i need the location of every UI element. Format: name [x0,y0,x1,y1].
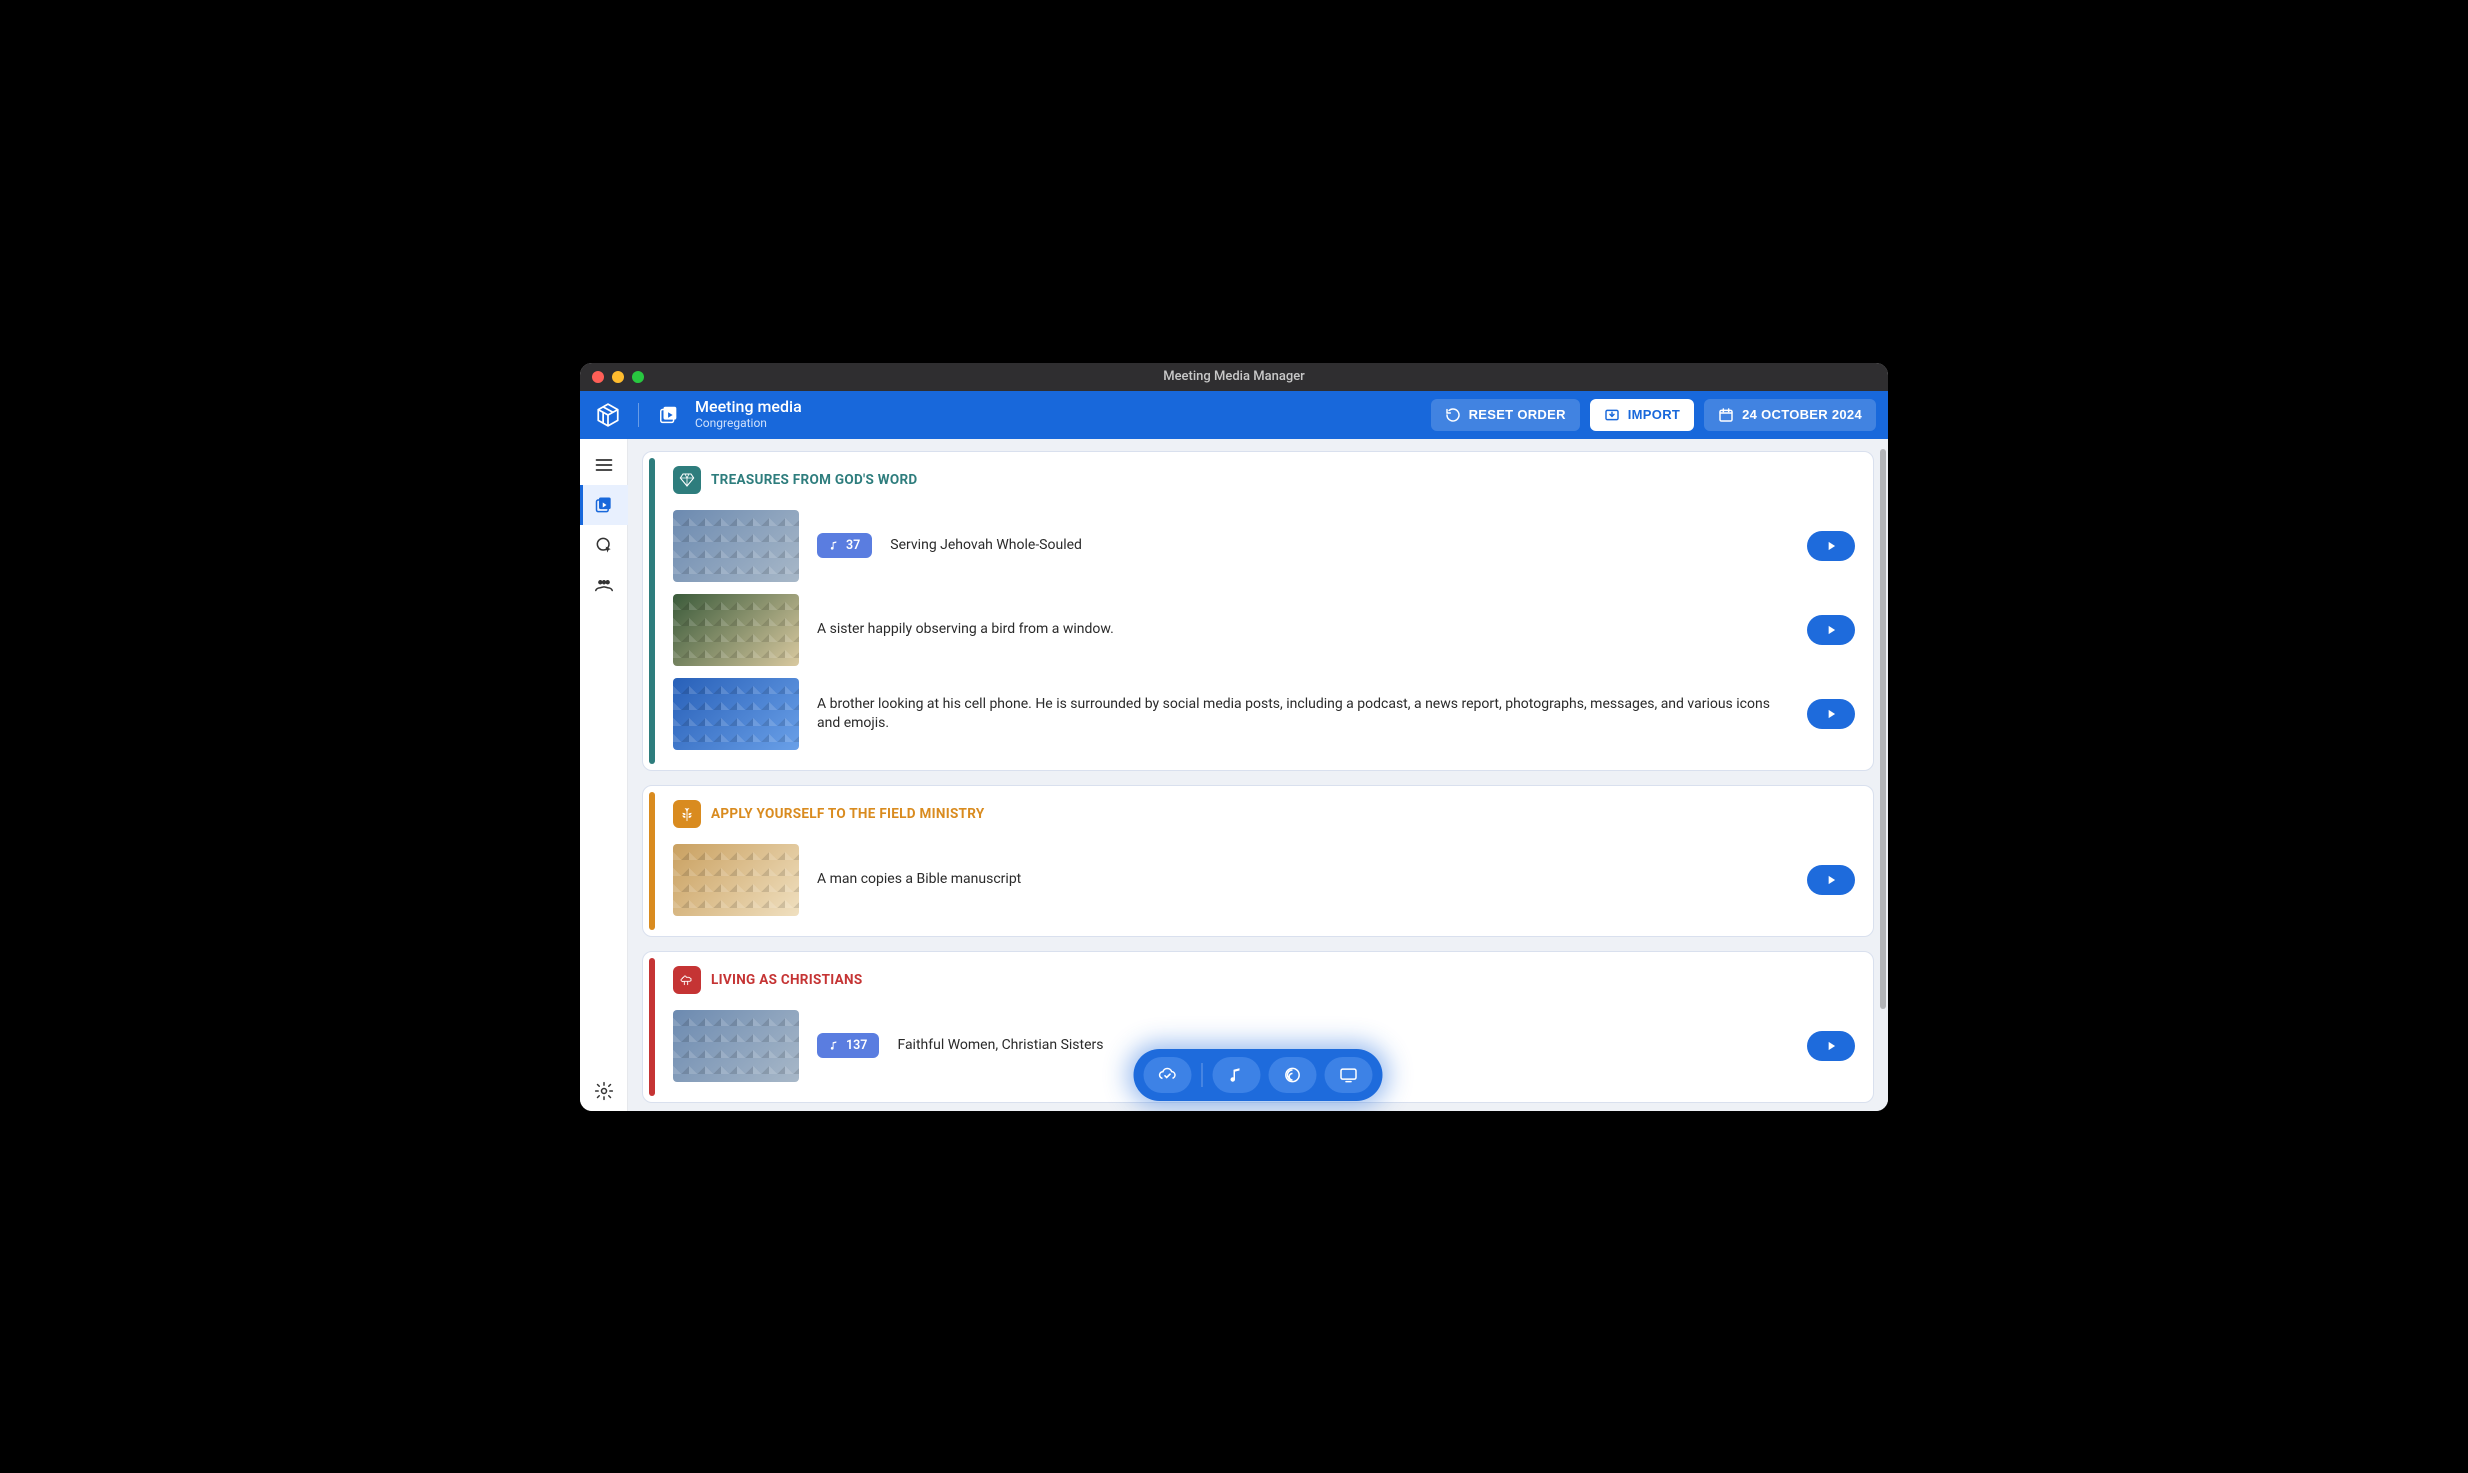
gear-icon [594,1081,614,1101]
monitor-icon [1339,1065,1359,1085]
play-button[interactable] [1807,699,1855,729]
section-stripe [649,958,655,1096]
diamond-icon [679,472,695,488]
section-stripe [649,458,655,764]
music-note-icon [1228,1066,1246,1084]
section-icon-box [673,466,701,494]
section-title: LIVING AS CHRISTIANS [711,972,862,988]
minimize-window-button[interactable] [612,371,624,383]
import-label: IMPORT [1628,407,1680,422]
main-content: TREASURES FROM GOD'S WORD 37 Serving Jehov… [628,439,1888,1111]
media-title: A brother looking at his cell phone. He … [817,695,1789,733]
wheat-icon [679,806,695,822]
divider [638,403,639,427]
play-icon [1824,539,1838,553]
section-header: LIVING AS CHRISTIANS [673,966,1855,994]
hamburger-icon [594,455,614,475]
header-titles: Meeting media Congregation [695,398,802,430]
play-button[interactable] [1807,865,1855,895]
play-button[interactable] [1807,531,1855,561]
obs-icon [1283,1065,1303,1085]
section-stripe [649,792,655,930]
media-thumbnail[interactable] [673,678,799,750]
sidebar-menu-toggle[interactable] [580,445,628,485]
media-row: A brother looking at his cell phone. He … [673,672,1855,756]
app-logo[interactable] [592,399,624,431]
dock-music-button[interactable] [1213,1057,1261,1093]
zoom-window-button[interactable] [632,371,644,383]
people-icon [593,574,615,596]
window-title: Meeting Media Manager [1163,369,1305,384]
dock-download-button[interactable] [1144,1057,1192,1093]
dock-obs-button[interactable] [1269,1057,1317,1093]
media-thumbnail[interactable] [673,510,799,582]
play-button[interactable] [1807,615,1855,645]
media-row: A sister happily observing a bird from a… [673,588,1855,672]
close-window-button[interactable] [592,371,604,383]
page-title: Meeting media [695,398,802,416]
import-button[interactable]: IMPORT [1590,399,1694,431]
media-thumbnail[interactable] [673,594,799,666]
globe-cursor-icon [594,535,614,555]
refresh-icon [1445,407,1461,423]
music-note-icon [829,1040,840,1051]
date-button[interactable]: 24 OCTOBER 2024 [1704,399,1876,431]
section-icon-box [673,800,701,828]
cube-logo-icon [595,402,621,428]
media-title: A sister happily observing a bird from a… [817,620,1789,639]
media-stack-icon [594,495,614,515]
media-title: A man copies a Bible manuscript [817,870,1789,889]
sidebar-item-present[interactable] [580,525,628,565]
play-icon [1824,1039,1838,1053]
media-title: Serving Jehovah Whole-Souled [890,536,1789,555]
song-badge: 137 [817,1033,879,1058]
titlebar: Meeting Media Manager [580,363,1888,391]
sidebar [580,439,628,1111]
page-subtitle: Congregation [695,417,802,431]
section-header: TREASURES FROM GOD'S WORD [673,466,1855,494]
media-thumbnail[interactable] [673,1010,799,1082]
section-title: TREASURES FROM GOD'S WORD [711,472,918,488]
media-stack-icon [658,404,680,426]
play-icon [1824,623,1838,637]
media-dock [1134,1049,1383,1101]
sidebar-item-media[interactable] [580,485,628,525]
sheep-icon [679,972,695,988]
sidebar-item-congregation[interactable] [580,565,628,605]
app-header: Meeting media Congregation RESET ORDER I… [580,391,1888,439]
music-note-icon [829,540,840,551]
sidebar-item-settings[interactable] [580,1071,628,1111]
scrollbar[interactable] [1880,449,1886,1009]
section-title: APPLY YOURSELF TO THE FIELD MINISTRY [711,806,985,822]
media-row: A man copies a Bible manuscript [673,838,1855,922]
reset-order-label: RESET ORDER [1469,407,1566,422]
section-header: APPLY YOURSELF TO THE FIELD MINISTRY [673,800,1855,828]
app-window: Meeting Media Manager Meet [580,363,1888,1111]
reset-order-button[interactable]: RESET ORDER [1431,399,1580,431]
section-icon-box [673,966,701,994]
media-row: 37 Serving Jehovah Whole-Souled [673,504,1855,588]
section-apply: APPLY YOURSELF TO THE FIELD MINISTRY A ma… [642,785,1874,937]
dock-display-button[interactable] [1325,1057,1373,1093]
import-icon [1604,407,1620,423]
play-button[interactable] [1807,1031,1855,1061]
play-icon [1824,873,1838,887]
window-controls [592,371,644,383]
song-badge: 37 [817,533,872,558]
media-thumbnail[interactable] [673,844,799,916]
date-label: 24 OCTOBER 2024 [1742,407,1862,422]
dock-divider [1202,1063,1203,1087]
body: TREASURES FROM GOD'S WORD 37 Serving Jehov… [580,439,1888,1111]
section-glyph [653,399,685,431]
calendar-icon [1718,407,1734,423]
section-treasures: TREASURES FROM GOD'S WORD 37 Serving Jehov… [642,451,1874,771]
cloud-check-icon [1158,1065,1178,1085]
song-number: 37 [846,538,860,553]
play-icon [1824,707,1838,721]
song-number: 137 [846,1038,867,1053]
